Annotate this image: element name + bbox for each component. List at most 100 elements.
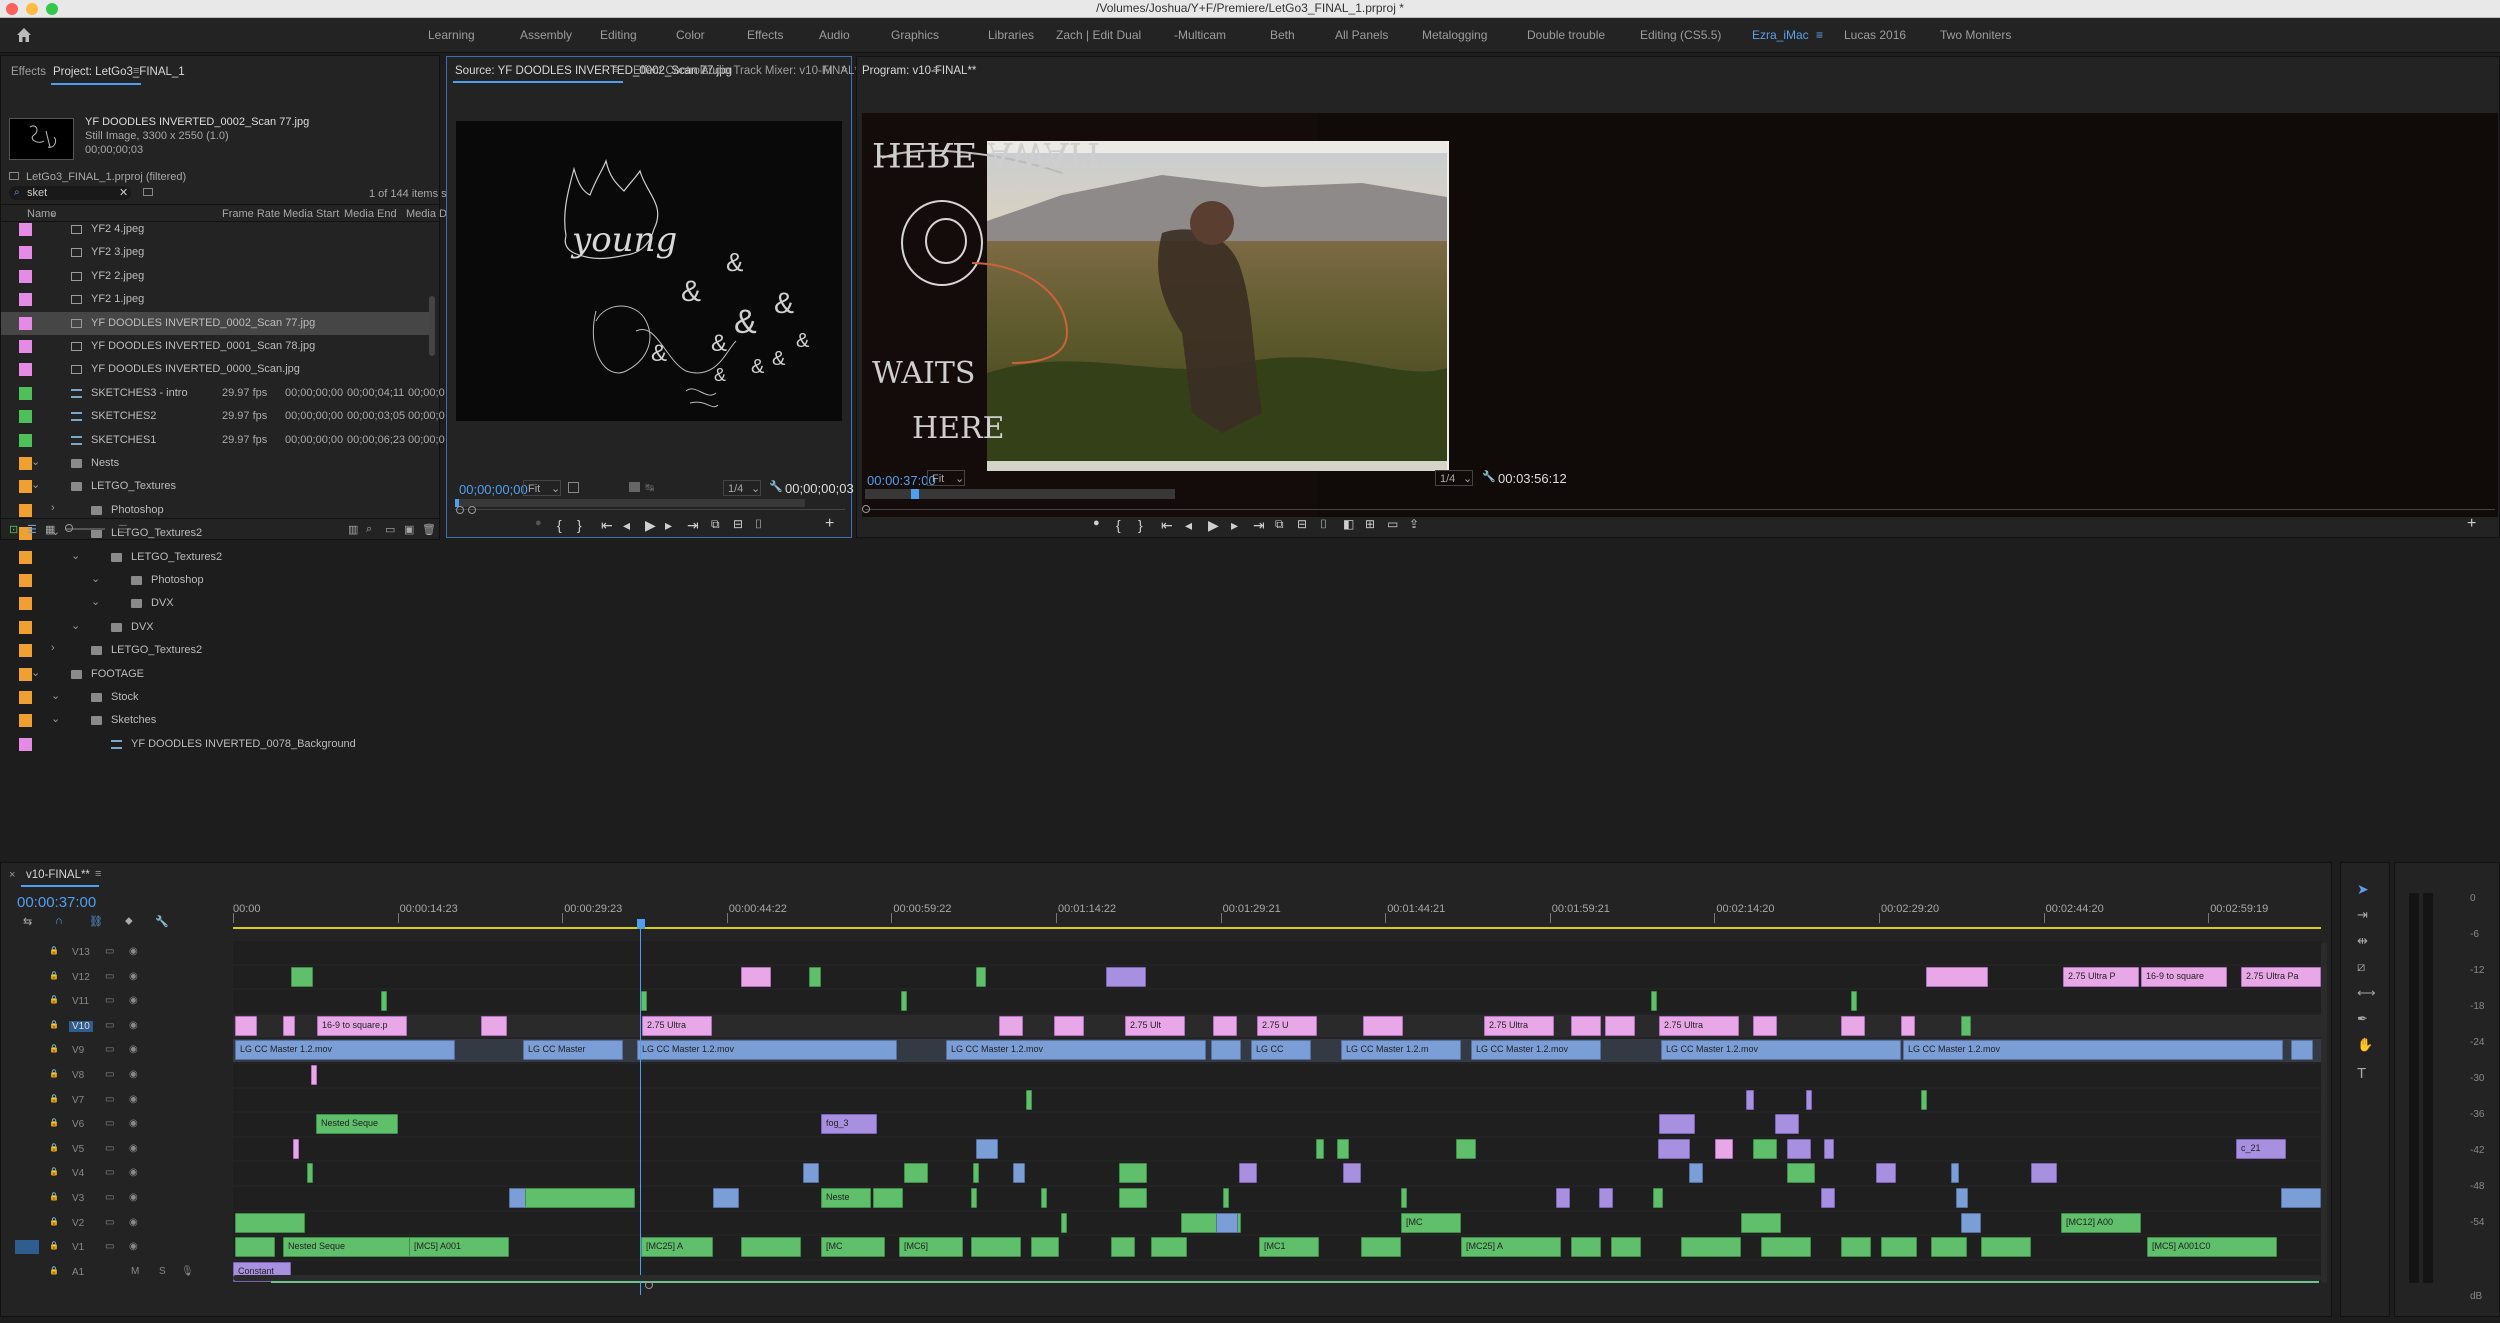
workspace-tab-color[interactable]: Color [676, 28, 705, 42]
track-lane-v12[interactable] [233, 965, 2321, 989]
clip-v10[interactable] [1054, 1015, 1084, 1036]
clip-v4[interactable] [1239, 1163, 1257, 1184]
new-bin-icon[interactable]: ▭ [385, 523, 395, 536]
lock-icon[interactable]: 🔒 [49, 1192, 59, 1201]
expand-chevron-icon[interactable]: › [51, 642, 55, 654]
clip-v10[interactable] [1571, 1015, 1601, 1036]
label-color-swatch[interactable] [19, 269, 32, 283]
expand-chevron-icon[interactable]: › [51, 502, 55, 514]
workspace-tab-libraries[interactable]: Libraries [988, 28, 1034, 42]
program-menu-icon[interactable]: ≡ [933, 64, 939, 76]
source-zoom-bar[interactable] [455, 509, 845, 510]
microphone-icon[interactable]: 🎙 [181, 1266, 194, 1277]
clip-v4[interactable] [904, 1163, 928, 1184]
label-color-swatch[interactable] [19, 340, 32, 353]
label-color-swatch[interactable] [19, 363, 32, 377]
workspace-tab-ezra-imac[interactable]: Ezra_iMac [1752, 28, 1809, 42]
mark-in-icon[interactable]: { [1116, 517, 1121, 533]
collapse-chevron-icon[interactable]: ⌄ [71, 549, 80, 562]
clip-v1[interactable]: [MC [821, 1237, 885, 1258]
lock-icon[interactable]: ⊡ [9, 523, 18, 536]
clip-v5[interactable] [976, 1138, 998, 1159]
lock-icon[interactable]: 🔒 [49, 946, 59, 955]
clip-v10[interactable] [283, 1015, 295, 1036]
wrench-icon[interactable]: 🔧 [769, 480, 783, 493]
timeline-h-scrollbar[interactable] [233, 1275, 2321, 1281]
clip-v9[interactable]: LG CC Master [523, 1040, 623, 1061]
clip-v9[interactable] [1211, 1040, 1241, 1061]
clip-v1[interactable] [971, 1237, 1021, 1258]
hand-tool-icon[interactable]: ✋ [2357, 1037, 2373, 1053]
track-name[interactable]: V9 [69, 1045, 87, 1056]
eye-icon[interactable]: ◉ [129, 1167, 138, 1178]
source-patch-v1[interactable] [15, 1240, 39, 1255]
more-tabs-icon[interactable]: » [841, 63, 847, 75]
label-color-swatch[interactable] [19, 316, 32, 330]
new-item-icon[interactable]: ▣ [404, 523, 414, 536]
clip-v9[interactable]: LG CC Master 1.2.mov [1661, 1040, 1901, 1061]
collapse-chevron-icon[interactable]: ⌄ [31, 666, 40, 679]
sync-lock-icon[interactable]: ▭ [105, 1094, 114, 1105]
clip-v7[interactable] [1746, 1089, 1754, 1110]
time-ruler[interactable]: 00:00 00:00:14:23 00:00:29:23 00:00:44:22 00… [233, 891, 2333, 925]
clip-v1[interactable]: [MC1 [1259, 1237, 1319, 1258]
lock-icon[interactable]: 🔒 [49, 1020, 59, 1029]
lock-icon[interactable]: 🔒 [49, 1094, 59, 1103]
label-color-swatch[interactable] [19, 597, 32, 611]
slip-tool-icon[interactable]: ⟷ [2357, 985, 2376, 1001]
eye-icon[interactable]: ◉ [129, 1217, 138, 1228]
clip-v12[interactable]: 2.75 Ultra Pa [2241, 966, 2321, 987]
eye-icon[interactable]: ◉ [129, 1143, 138, 1154]
clip-v5[interactable] [1658, 1138, 1690, 1159]
clip-v4[interactable] [803, 1163, 819, 1184]
clip-v10[interactable]: 16-9 to square.p [317, 1015, 407, 1036]
source-scrub-bar[interactable] [455, 499, 805, 507]
track-name[interactable]: V3 [69, 1193, 87, 1204]
clip-v11[interactable] [641, 991, 647, 1012]
project-list-item[interactable]: ⌄ FOOTAGE [1, 663, 433, 687]
go-to-out-icon[interactable]: ⇥ [1253, 517, 1265, 534]
clip-v1[interactable] [1031, 1237, 1059, 1258]
clip-v5[interactable] [1753, 1138, 1777, 1159]
clip-v7[interactable] [1921, 1089, 1927, 1110]
label-color-swatch[interactable] [19, 223, 32, 236]
eye-icon[interactable]: ◉ [129, 995, 138, 1006]
workspace-tab-assembly[interactable]: Assembly [520, 28, 572, 42]
clip-v5[interactable]: c_21 [2236, 1138, 2286, 1159]
clip-v2[interactable] [1961, 1212, 1981, 1233]
clip-v5[interactable] [1787, 1138, 1811, 1159]
sync-lock-icon[interactable]: ▭ [105, 946, 114, 957]
project-list-item[interactable]: YF2 4.jpeg [1, 218, 433, 242]
clip-v2[interactable]: [MC12] A00 [2061, 1212, 2141, 1233]
button-editor-icon[interactable]: + [2467, 515, 2476, 533]
clip-v2[interactable] [235, 1212, 305, 1233]
source-timecode[interactable]: 00;00;00;00 [459, 482, 528, 497]
overwrite-icon[interactable]: ⊟ [733, 517, 743, 531]
project-list-item[interactable]: SKETCHES3 - intro 29.97 fps 00;00;00;00 00;… [1, 382, 445, 406]
wrench-icon[interactable]: 🔧 [1482, 470, 1496, 483]
razor-tool-icon[interactable]: ⧄ [2357, 959, 2365, 975]
ripple-edit-tool-icon[interactable]: ⇹ [2357, 933, 2368, 949]
track-name[interactable]: V10 [69, 1020, 93, 1032]
clip-v10[interactable] [235, 1015, 257, 1036]
tab-audio-mixer[interactable]: Audio Track Mixer: v10-FINAL** [701, 65, 863, 77]
lock-icon[interactable]: 🔒 [49, 1044, 59, 1053]
clip-v1[interactable] [1761, 1237, 1811, 1258]
timeline-zoom-handle[interactable] [645, 1281, 653, 1289]
clip-v10[interactable]: 2.75 Ult [1125, 1015, 1185, 1036]
clip-v3[interactable] [525, 1188, 635, 1208]
clip-v1[interactable] [741, 1237, 801, 1258]
track-name[interactable]: V8 [69, 1070, 87, 1081]
clip-v3[interactable] [873, 1188, 903, 1208]
clip-v1[interactable]: [MC25] A [641, 1237, 713, 1258]
clip-v4[interactable] [973, 1163, 979, 1184]
step-back-icon[interactable]: ◂ [623, 517, 630, 534]
program-fit-dropdown[interactable]: Fit ⌄ [927, 470, 965, 486]
clip-v3[interactable] [2281, 1188, 2321, 1208]
clip-v5[interactable] [1456, 1138, 1476, 1159]
zoom-handle-left[interactable] [456, 506, 464, 514]
label-color-swatch[interactable] [19, 503, 32, 517]
source-menu-icon[interactable]: ≡ [613, 64, 619, 76]
add-marker-icon[interactable]: ● [535, 517, 542, 529]
play-icon[interactable]: ▶ [645, 517, 656, 534]
